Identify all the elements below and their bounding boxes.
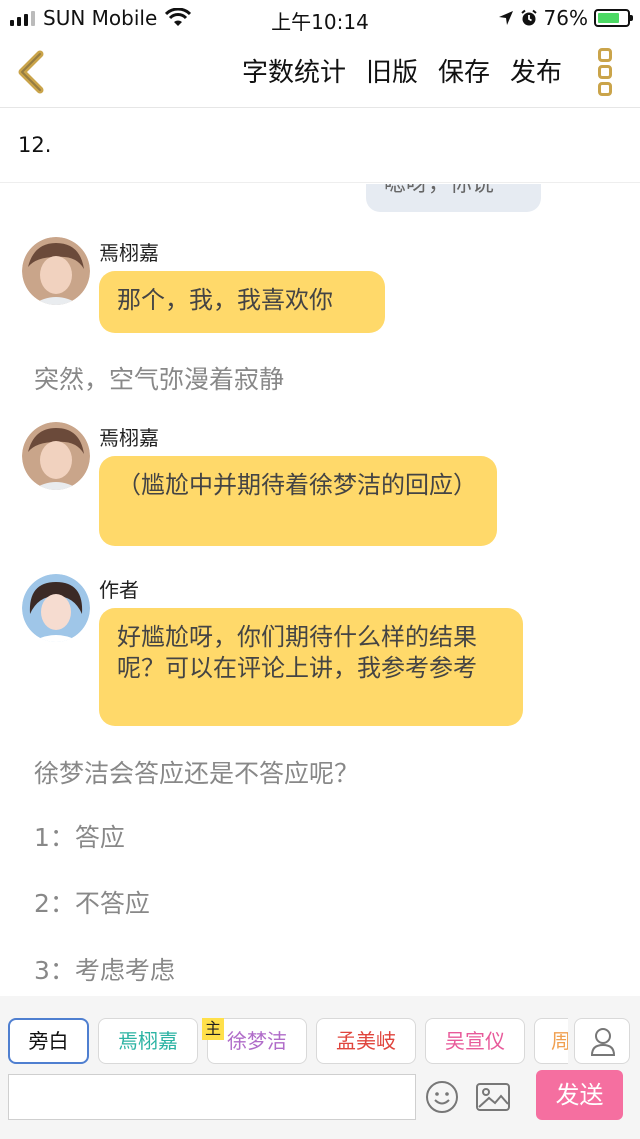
top-navigation-bar: 字数统计 旧版 保存 发布: [0, 36, 640, 108]
person-icon: [590, 1028, 616, 1056]
narration-text[interactable]: 3：考虑考虑: [34, 951, 175, 987]
speaker-name: 焉栩嘉: [99, 241, 159, 265]
partial-message-bubble: 嗯呀，你说: [366, 184, 541, 212]
send-button[interactable]: 发送: [536, 1070, 623, 1120]
message-input[interactable]: [8, 1074, 416, 1120]
more-vertical-icon[interactable]: [598, 48, 614, 96]
story-content[interactable]: 嗯呀，你说 焉栩嘉 那个，我，我喜欢你 突然，空气弥漫着寂静 焉栩嘉 （尴尬中并…: [0, 184, 640, 996]
narration-text[interactable]: 突然，空气弥漫着寂静: [34, 360, 284, 396]
save-button[interactable]: 保存: [438, 52, 490, 89]
speaker-name: 焉栩嘉: [99, 426, 159, 450]
role-selector: 旁白 焉栩嘉 徐梦洁 孟美岐 吴宣仪 周: [8, 1018, 568, 1064]
battery-percent: 76%: [543, 6, 588, 30]
location-arrow-icon: [498, 11, 513, 25]
old-version-button[interactable]: 旧版: [366, 52, 418, 89]
role-chip-zhou[interactable]: 周: [534, 1018, 568, 1064]
narration-text[interactable]: 2：不答应: [34, 884, 150, 920]
alarm-clock-icon: [520, 9, 537, 26]
add-role-button[interactable]: [574, 1018, 630, 1064]
chapter-title[interactable]: 12.: [0, 109, 640, 183]
role-chip-yan-xujia[interactable]: 焉栩嘉: [98, 1018, 198, 1064]
composer-panel: 旁白 焉栩嘉 徐梦洁 孟美岐 吴宣仪 周 主 发送: [0, 996, 640, 1139]
avatar[interactable]: [22, 574, 90, 642]
emoji-icon[interactable]: [425, 1080, 459, 1114]
word-count-button[interactable]: 字数统计: [242, 52, 346, 89]
narration-text[interactable]: 1：答应: [34, 818, 125, 854]
avatar[interactable]: [22, 422, 90, 490]
message-bubble[interactable]: （尴尬中并期待着徐梦洁的回应）: [99, 456, 497, 546]
speaker-name: 作者: [99, 578, 139, 602]
battery-icon: [594, 9, 633, 27]
role-chip-wu-xuanyi[interactable]: 吴宣仪: [425, 1018, 525, 1064]
message-bubble[interactable]: 好尴尬呀，你们期待什么样的结果呢？可以在评论上讲，我参考参考: [99, 608, 523, 726]
image-icon[interactable]: [475, 1080, 511, 1114]
chevron-left-icon[interactable]: [12, 50, 52, 94]
narration-text[interactable]: 徐梦洁会答应还是不答应呢？: [34, 754, 359, 790]
main-character-badge: 主: [202, 1018, 224, 1040]
role-chip-meng-meiqi[interactable]: 孟美岐: [316, 1018, 416, 1064]
avatar[interactable]: [22, 237, 90, 305]
publish-button[interactable]: 发布: [510, 52, 562, 89]
role-chip-narrator[interactable]: 旁白: [8, 1018, 89, 1064]
status-bar: SUN Mobile 上午10:14 76%: [0, 0, 640, 36]
message-bubble[interactable]: 那个，我，我喜欢你: [99, 271, 385, 333]
